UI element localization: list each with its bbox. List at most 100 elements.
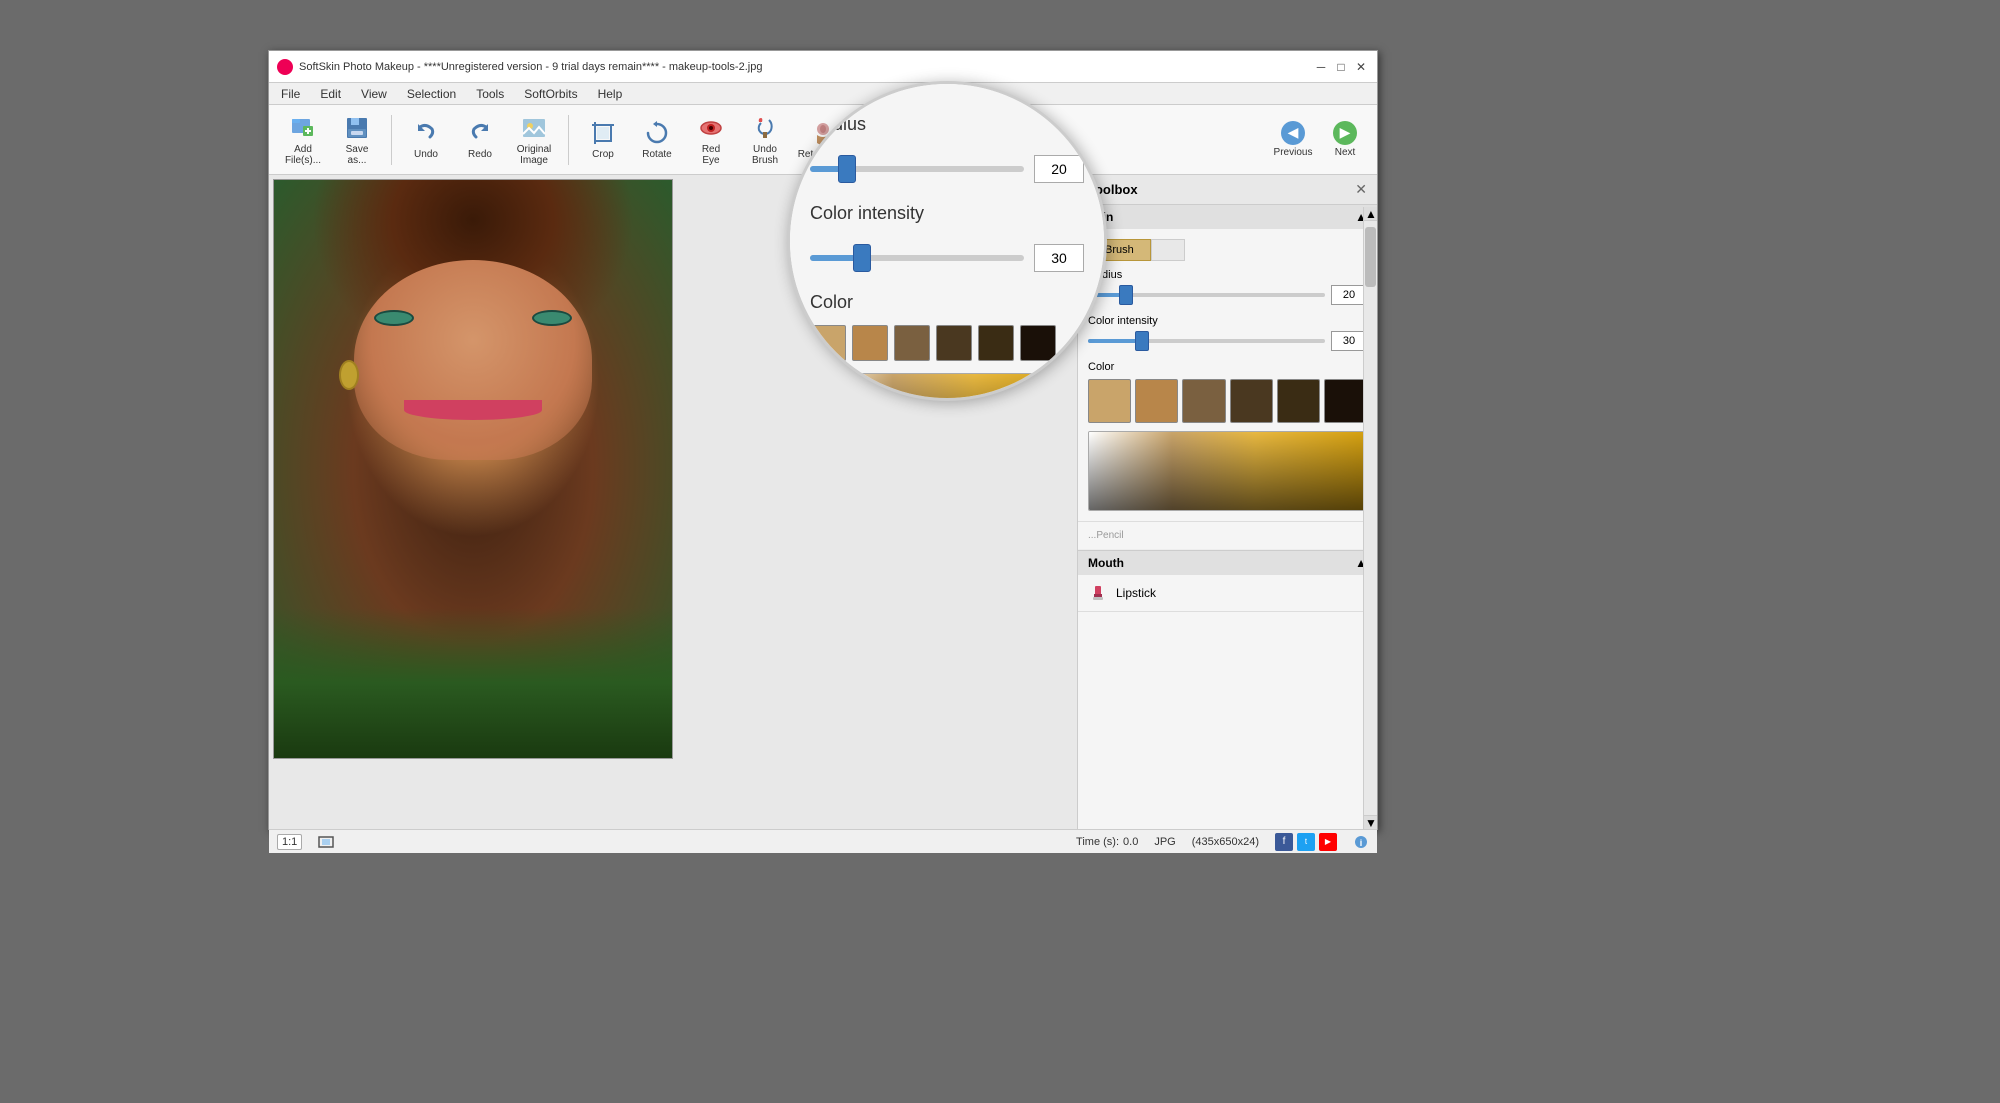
magnifier-swatch-3[interactable] <box>894 325 930 361</box>
prev-arrow-icon: ◀ <box>1281 121 1305 145</box>
add-files-button[interactable]: Add File(s)... <box>277 111 329 169</box>
tab-2[interactable] <box>1151 239 1185 261</box>
magnifier-radius-value[interactable]: 20 <box>1034 175 1077 183</box>
toolbox-panel: Toolbox ✕ Skin ▲ Brush Radius <box>1077 175 1377 829</box>
close-button[interactable]: ✕ <box>1353 59 1369 75</box>
next-button[interactable]: ▶ Next <box>1321 113 1369 165</box>
radius-thumb[interactable] <box>1119 285 1133 305</box>
magnifier-radius-thumb[interactable] <box>838 175 856 183</box>
zoom-control[interactable]: 1:1 <box>277 834 302 850</box>
magnifier-swatch-2[interactable] <box>852 325 888 361</box>
magnifier-intensity-label: Color intensity <box>810 203 1077 224</box>
crop-label: Crop <box>592 149 614 160</box>
original-image-button[interactable]: Original Image <box>508 111 560 169</box>
color-swatch-2[interactable] <box>1135 379 1178 423</box>
color-picker-dark <box>1089 432 1366 510</box>
photo-container[interactable]: Radius 20 Color intensity <box>269 175 1077 829</box>
menu-help[interactable]: Help <box>590 85 631 103</box>
mouth-section-header[interactable]: Mouth ▲ <box>1078 550 1377 575</box>
svg-text:i: i <box>1360 838 1363 848</box>
undo-button[interactable]: Undo <box>400 111 452 169</box>
rotate-svg <box>643 119 671 147</box>
crop-svg <box>589 119 617 147</box>
skin-section-header[interactable]: Skin ▲ <box>1078 205 1377 229</box>
add-files-svg <box>289 114 317 142</box>
radius-track[interactable] <box>1088 293 1325 297</box>
add-files-icon <box>289 114 317 142</box>
magnifier-swatch-4[interactable] <box>936 325 972 361</box>
facebook-icon[interactable]: f <box>1275 833 1293 851</box>
menu-edit[interactable]: Edit <box>312 85 349 103</box>
magnifier-color-picker[interactable] <box>810 373 1077 398</box>
time-label: Time (s): <box>1076 836 1119 848</box>
color-swatch-6[interactable] <box>1324 379 1367 423</box>
twitter-icon[interactable]: t <box>1297 833 1315 851</box>
undo-brush-button[interactable]: Undo Brush <box>739 111 791 169</box>
color-swatch-4[interactable] <box>1230 379 1273 423</box>
color-intensity-track[interactable] <box>1088 339 1325 343</box>
info-icon[interactable]: i <box>1353 834 1369 850</box>
color-swatches <box>1088 379 1367 423</box>
color-intensity-value[interactable]: 30 <box>1331 331 1367 351</box>
menu-tools[interactable]: Tools <box>468 85 512 103</box>
format-value: JPG <box>1154 836 1175 848</box>
crop-icon <box>589 119 617 147</box>
color-swatch-5[interactable] <box>1277 379 1320 423</box>
left-earring <box>339 360 359 390</box>
maximize-button[interactable]: □ <box>1333 59 1349 75</box>
magnifier-intensity-fill <box>810 255 857 261</box>
magnifier-swatch-1[interactable] <box>810 325 846 361</box>
redo-button[interactable]: Redo <box>454 111 506 169</box>
clothing-layer <box>274 608 672 758</box>
undo-label: Undo <box>414 149 438 160</box>
magnifier-intensity-track <box>810 255 1024 261</box>
toolbox-scrollbar[interactable]: ▲ ▼ <box>1363 207 1377 829</box>
app-icon <box>277 59 293 75</box>
red-eye-icon <box>697 114 725 142</box>
radius-value[interactable]: 20 <box>1331 285 1367 305</box>
menu-softorbits[interactable]: SoftOrbits <box>516 85 585 103</box>
rotate-button[interactable]: Rotate <box>631 111 683 169</box>
photo-image[interactable] <box>273 179 673 759</box>
color-label: Color <box>1088 361 1367 373</box>
magnifier-color-label: Color <box>810 292 1077 313</box>
red-eye-svg <box>697 114 725 142</box>
previous-label: Previous <box>1274 147 1313 158</box>
mouth-section-label: Mouth <box>1088 556 1124 570</box>
color-swatch-3[interactable] <box>1182 379 1225 423</box>
undo-svg <box>412 119 440 147</box>
original-image-label: Original Image <box>517 144 551 166</box>
color-intensity-thumb[interactable] <box>1135 331 1149 351</box>
redo-icon <box>466 119 494 147</box>
save-as-button[interactable]: Save as... <box>331 111 383 169</box>
menu-selection[interactable]: Selection <box>399 85 464 103</box>
crop-button[interactable]: Crop <box>577 111 629 169</box>
red-eye-button[interactable]: Red Eye <box>685 111 737 169</box>
menu-file[interactable]: File <box>273 85 308 103</box>
scroll-down-button[interactable]: ▼ <box>1364 815 1377 829</box>
undo-brush-label: Undo Brush <box>752 144 778 166</box>
magnifier-swatch-6[interactable] <box>1020 325 1056 361</box>
magnifier-picker-dark <box>811 374 1077 398</box>
lipstick-row: Lipstick <box>1078 575 1377 611</box>
pencil-text: ...Pencil <box>1088 530 1124 541</box>
toolbar-group-files: Add File(s)... Save as... <box>277 111 383 169</box>
magnifier-radius-control: 20 <box>810 175 1077 183</box>
previous-button[interactable]: ◀ Previous <box>1269 113 1317 165</box>
magnifier-swatch-5[interactable] <box>978 325 1014 361</box>
toolbox-close-button[interactable]: ✕ <box>1355 181 1367 198</box>
scroll-up-button[interactable]: ▲ <box>1364 207 1377 221</box>
youtube-icon[interactable]: ▶ <box>1319 833 1337 851</box>
rotate-icon <box>643 119 671 147</box>
next-arrow-icon: ▶ <box>1333 121 1357 145</box>
original-image-icon <box>520 114 548 142</box>
lipstick-label: Lipstick <box>1116 586 1156 600</box>
menu-view[interactable]: View <box>353 85 395 103</box>
content-area: Radius 20 Color intensity <box>269 175 1377 829</box>
magnifier-intensity-thumb[interactable] <box>853 244 871 272</box>
magnifier-intensity-value[interactable]: 30 <box>1034 244 1077 272</box>
fit-icon <box>318 836 334 848</box>
scrollbar-thumb[interactable] <box>1365 227 1376 287</box>
minimize-button[interactable]: ─ <box>1313 59 1329 75</box>
color-picker[interactable] <box>1088 431 1367 511</box>
